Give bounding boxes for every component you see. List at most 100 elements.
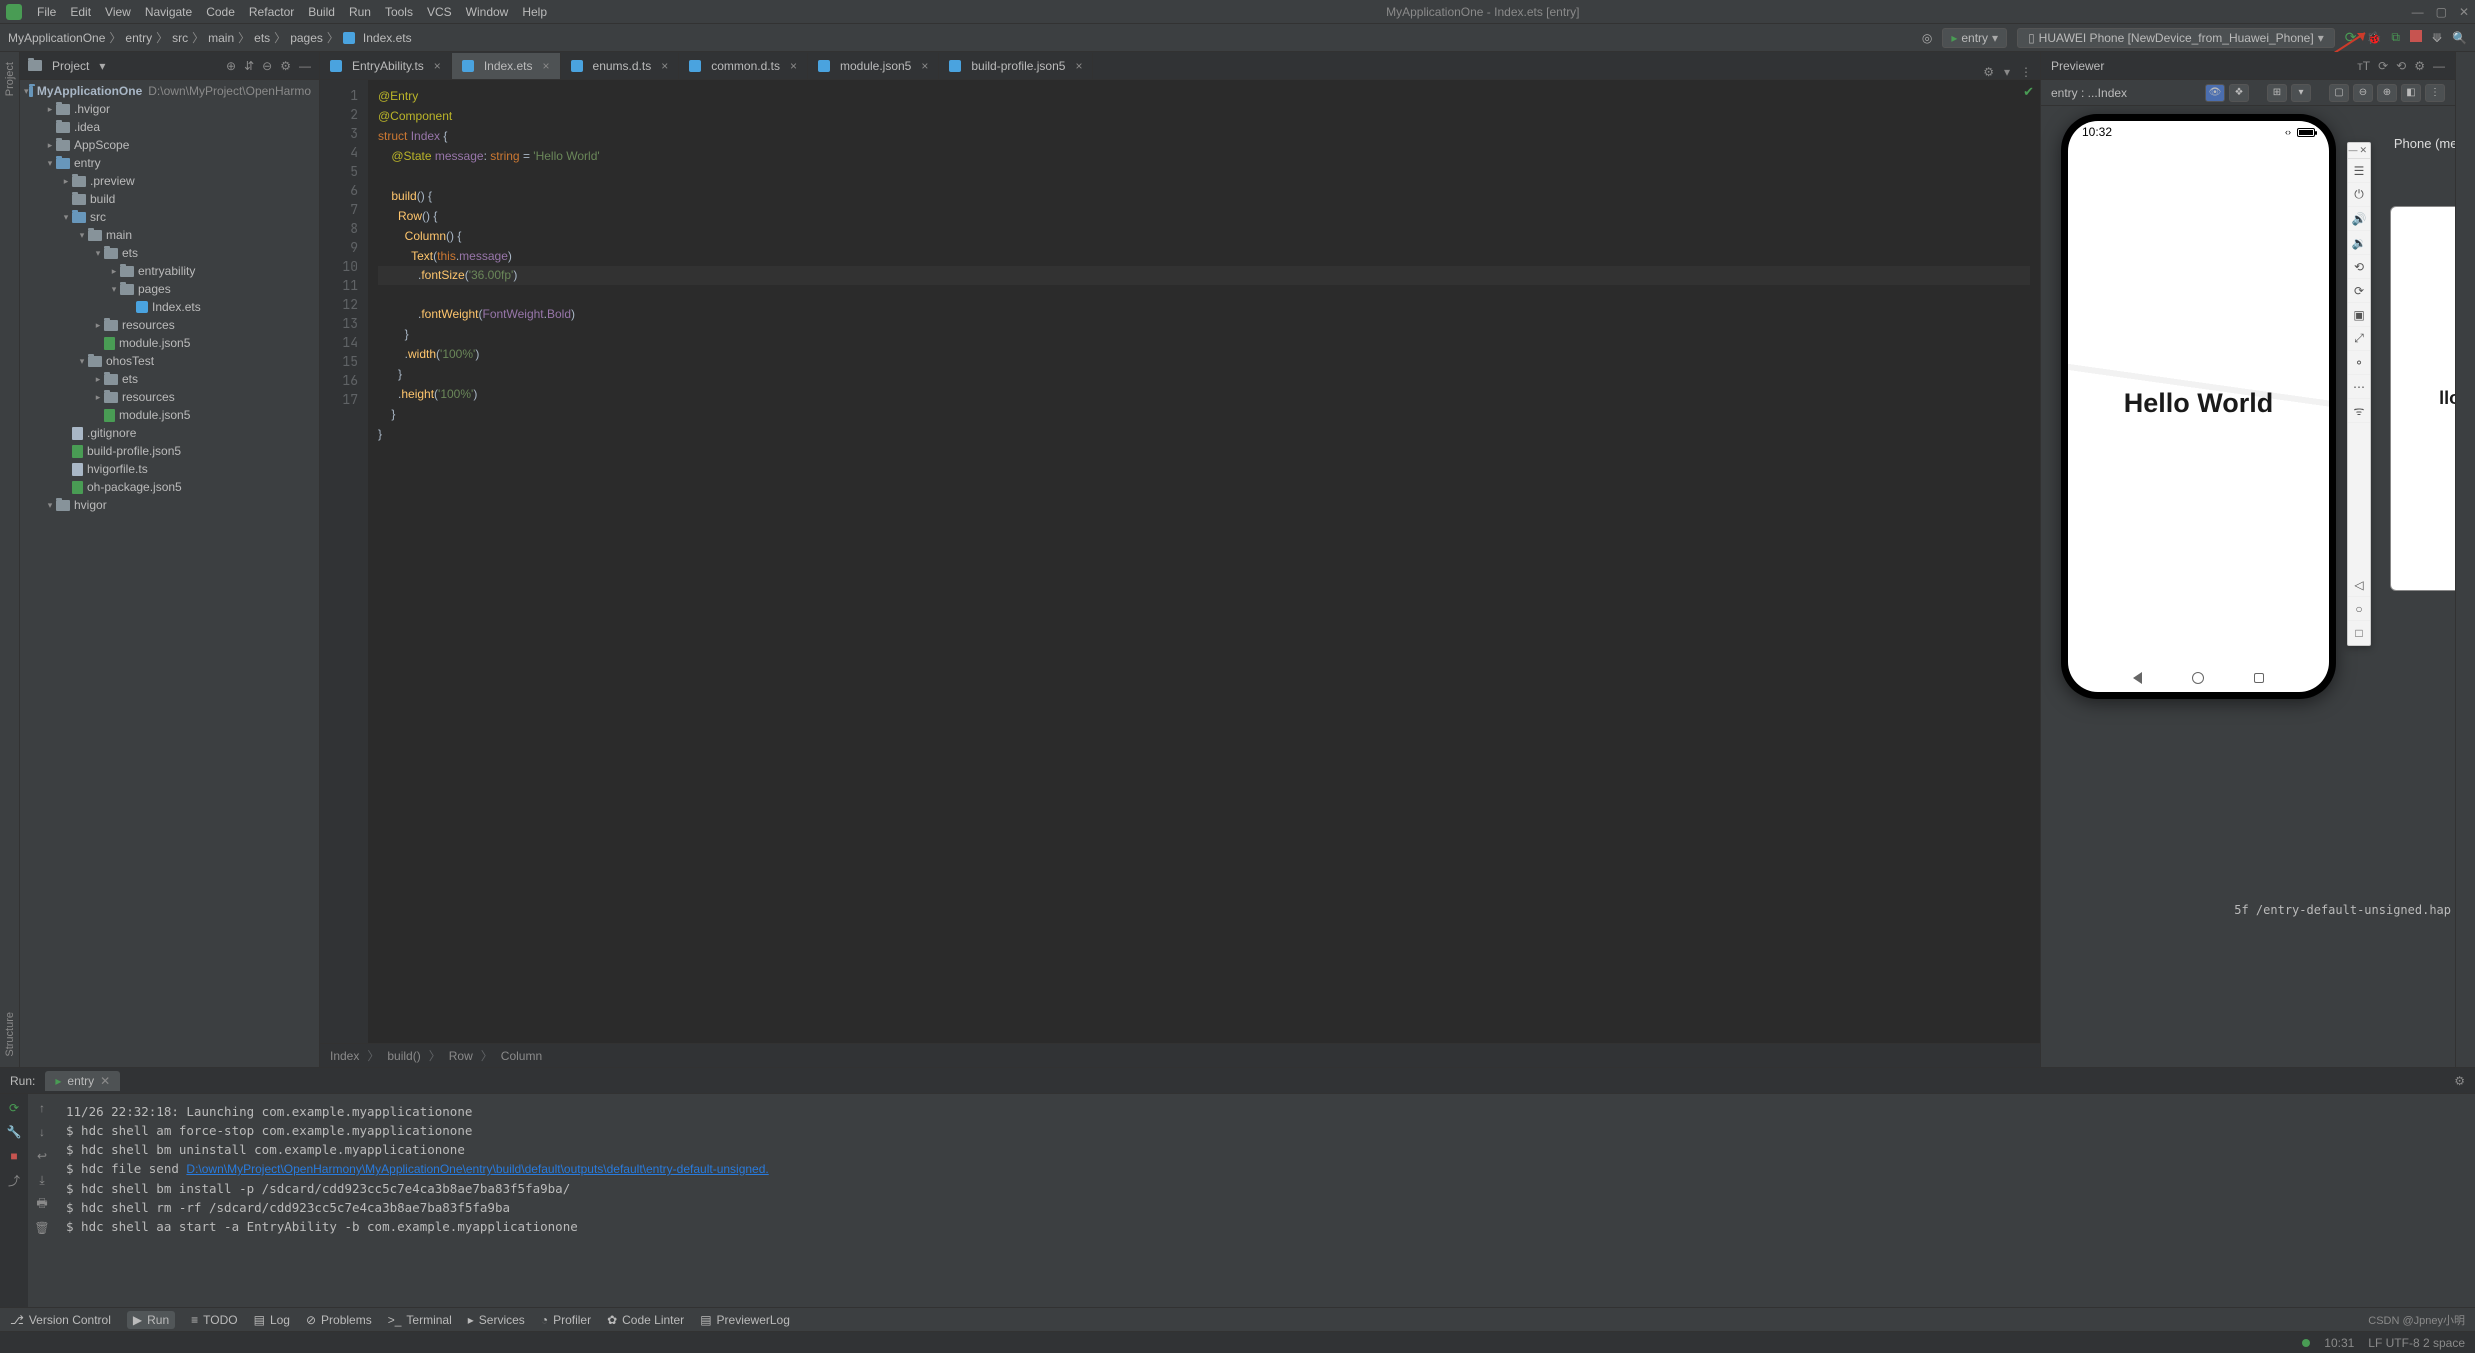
- tree-item[interactable]: ▸resources: [20, 316, 319, 334]
- close-icon[interactable]: ×: [661, 59, 668, 73]
- tree-item[interactable]: hvigorfile.ts: [20, 460, 319, 478]
- close-icon[interactable]: ×: [921, 59, 928, 73]
- zoom-out-icon[interactable]: ⊖: [2353, 84, 2373, 102]
- orientation-icon[interactable]: ◧: [2401, 84, 2421, 102]
- tree-item[interactable]: ▾entry: [20, 154, 319, 172]
- project-tree[interactable]: ▾MyApplicationOneD:\own\MyProject\OpenHa…: [20, 80, 319, 1067]
- tree-item[interactable]: Index.ets: [20, 298, 319, 316]
- code-editor[interactable]: ✔ 1234567891011121314151617 @Entry @Comp…: [320, 80, 2040, 1043]
- bottom-problems[interactable]: ⊘Problems: [306, 1313, 372, 1327]
- emu-volume-up-icon[interactable]: 🔊: [2348, 207, 2370, 231]
- fit-icon[interactable]: ▢: [2329, 84, 2349, 102]
- home-icon[interactable]: [2192, 672, 2204, 684]
- emu-back-icon[interactable]: ◁: [2348, 573, 2370, 597]
- breadcrumb[interactable]: MyApplicationOne〉entry〉src〉main〉ets〉page…: [8, 29, 412, 46]
- scroll-end-icon[interactable]: ⤓: [34, 1172, 50, 1188]
- down-icon[interactable]: ↓: [34, 1124, 50, 1140]
- tree-item[interactable]: .gitignore: [20, 424, 319, 442]
- dropdown-icon[interactable]: ▾: [2291, 84, 2311, 102]
- bottom-version-control[interactable]: ⎇Version Control: [10, 1313, 111, 1327]
- gear-icon[interactable]: ⚙: [2414, 59, 2425, 73]
- tree-item[interactable]: ▾ets: [20, 244, 319, 262]
- close-icon[interactable]: ✕: [2459, 5, 2469, 19]
- menu-edit[interactable]: Edit: [63, 2, 98, 22]
- tab-module-json5[interactable]: module.json5×: [808, 53, 939, 79]
- inspector-icon[interactable]: 👁: [2205, 84, 2225, 102]
- emu-overview-icon[interactable]: □: [2348, 621, 2370, 645]
- emu-zoom-icon[interactable]: ⤢: [2348, 327, 2370, 351]
- bottom-previewerlog[interactable]: ▤PreviewerLog: [700, 1313, 790, 1327]
- rotate-icon[interactable]: ⟲: [2396, 59, 2406, 73]
- tree-item[interactable]: ▸entryability: [20, 262, 319, 280]
- project-rail-label[interactable]: Project: [4, 52, 16, 106]
- up-icon[interactable]: ↑: [34, 1100, 50, 1116]
- tree-item[interactable]: ▸AppScope: [20, 136, 319, 154]
- bottom-services[interactable]: ▸Services: [468, 1313, 525, 1327]
- collapse-icon[interactable]: ⊖: [262, 59, 272, 73]
- menu-file[interactable]: File: [30, 2, 63, 22]
- hide-icon[interactable]: —: [2433, 59, 2445, 73]
- emu-power-icon[interactable]: ⏻: [2348, 183, 2370, 207]
- coverage-icon[interactable]: ⧉: [2391, 30, 2400, 45]
- font-icon[interactable]: ᴛT: [2357, 59, 2370, 73]
- expand-all-icon[interactable]: ⇵: [244, 59, 254, 73]
- updates-icon[interactable]: ⟱: [2432, 31, 2442, 45]
- menu-window[interactable]: Window: [459, 2, 516, 22]
- tab-build-profile-json5[interactable]: build-profile.json5×: [939, 53, 1093, 79]
- tree-item[interactable]: .idea: [20, 118, 319, 136]
- close-tab-icon[interactable]: ✕: [100, 1074, 110, 1088]
- rerun-icon[interactable]: ⟳: [6, 1100, 22, 1116]
- emu-rotate-right-icon[interactable]: ⟳: [2348, 279, 2370, 303]
- menu-refactor[interactable]: Refactor: [242, 2, 301, 22]
- bottom-code-linter[interactable]: ✿Code Linter: [607, 1313, 684, 1327]
- tab-EntryAbility-ts[interactable]: EntryAbility.ts×: [320, 53, 452, 79]
- run-button-icon[interactable]: ⟳: [2345, 29, 2357, 46]
- grid-icon[interactable]: ⊞: [2267, 84, 2287, 102]
- minimize-icon[interactable]: —: [2412, 5, 2424, 19]
- emu-menu-icon[interactable]: ☰: [2348, 159, 2370, 183]
- layers-icon[interactable]: ❖: [2229, 84, 2249, 102]
- structure-rail-label[interactable]: Structure: [4, 1002, 16, 1067]
- breadcrumb-item[interactable]: main: [208, 31, 234, 45]
- run-settings-icon[interactable]: ⚙: [2454, 1074, 2465, 1088]
- select-opened-file-icon[interactable]: ⊕: [226, 59, 236, 73]
- breadcrumb-item[interactable]: MyApplicationOne: [8, 31, 105, 45]
- tree-item[interactable]: oh-package.json5: [20, 478, 319, 496]
- run-config-selector[interactable]: ▸ entry ▾: [1942, 28, 2007, 48]
- breadcrumb-item[interactable]: ets: [254, 31, 270, 45]
- tree-item[interactable]: module.json5: [20, 334, 319, 352]
- tab-Index-ets[interactable]: Index.ets×: [452, 53, 561, 79]
- emu-rotate-left-icon[interactable]: ⟲: [2348, 255, 2370, 279]
- tab-settings-icon[interactable]: ⚙: [1983, 65, 1994, 79]
- tree-item[interactable]: ▸.preview: [20, 172, 319, 190]
- stop-run-icon[interactable]: ■: [6, 1148, 22, 1164]
- tree-item[interactable]: ▾hvigor: [20, 496, 319, 514]
- more-icon[interactable]: ⋮: [2425, 84, 2445, 102]
- debug-icon[interactable]: 🐞: [2366, 31, 2381, 45]
- device-selector[interactable]: ▯ HUAWEI Phone [NewDevice_from_Huawei_Ph…: [2017, 28, 2335, 48]
- stop-icon[interactable]: [2410, 30, 2422, 45]
- tree-item[interactable]: ▸resources: [20, 388, 319, 406]
- tree-item[interactable]: build: [20, 190, 319, 208]
- target-icon[interactable]: ◎: [1922, 31, 1932, 45]
- tab-enums-d-ts[interactable]: enums.d.ts×: [561, 53, 680, 79]
- code-crumb[interactable]: Column: [501, 1049, 542, 1063]
- maximize-icon[interactable]: ▢: [2436, 5, 2447, 19]
- exit-icon[interactable]: ⤴: [6, 1172, 22, 1188]
- tree-item[interactable]: ▾main: [20, 226, 319, 244]
- menu-help[interactable]: Help: [515, 2, 554, 22]
- menu-vcs[interactable]: VCS: [420, 2, 459, 22]
- menu-build[interactable]: Build: [301, 2, 342, 22]
- tree-item[interactable]: build-profile.json5: [20, 442, 319, 460]
- tree-item[interactable]: module.json5: [20, 406, 319, 424]
- close-icon[interactable]: ×: [790, 59, 797, 73]
- close-icon[interactable]: ×: [434, 59, 441, 73]
- menu-navigate[interactable]: Navigate: [138, 2, 199, 22]
- tree-item[interactable]: ▸ets: [20, 370, 319, 388]
- code-crumb[interactable]: Row: [449, 1049, 473, 1063]
- tab-more-icon[interactable]: ⋮: [2020, 65, 2032, 79]
- settings-icon[interactable]: ⚙: [280, 59, 291, 73]
- breadcrumb-item[interactable]: pages: [290, 31, 323, 45]
- tree-item[interactable]: ▾src: [20, 208, 319, 226]
- breadcrumb-item[interactable]: src: [172, 31, 188, 45]
